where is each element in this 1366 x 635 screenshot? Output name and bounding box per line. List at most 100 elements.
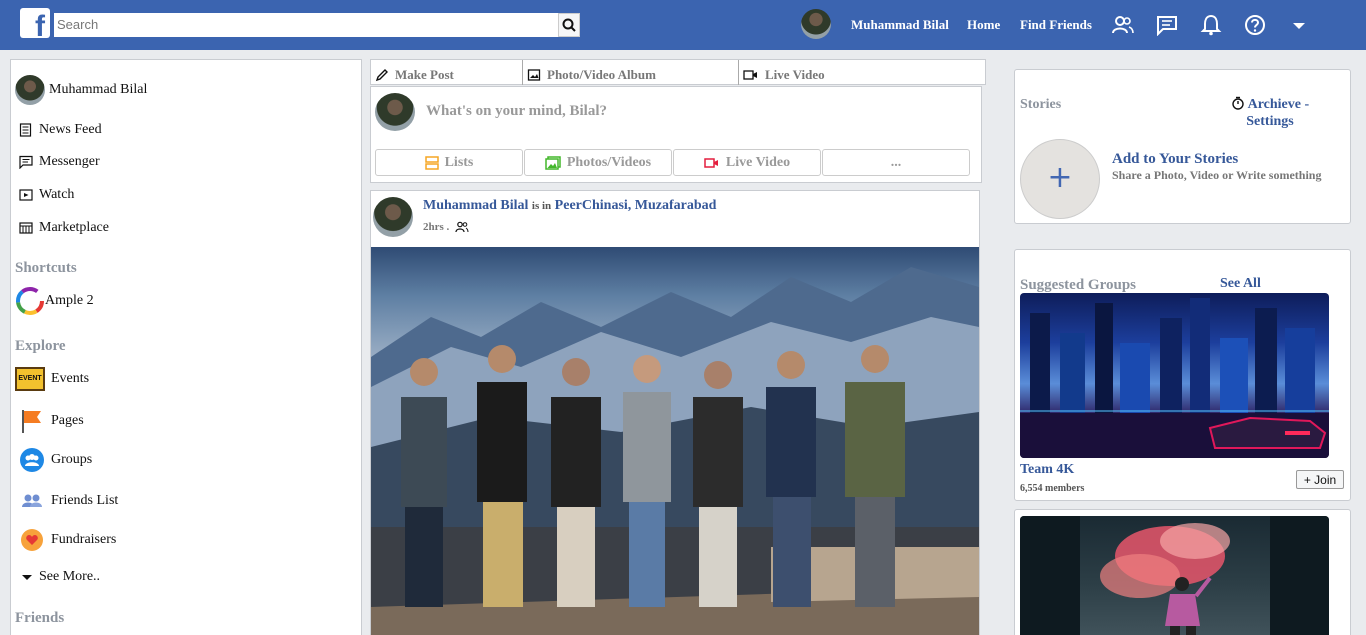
search-icon bbox=[562, 18, 576, 32]
suggested-groups-card: Suggested Groups See All Team 4K 6,554 m… bbox=[1014, 249, 1351, 501]
messenger-icon bbox=[19, 155, 33, 169]
post-photo[interactable] bbox=[371, 247, 979, 635]
find-friends-link[interactable]: Find Friends bbox=[1020, 17, 1092, 33]
sidebar-item-label: News Feed bbox=[39, 122, 102, 137]
notifications-icon[interactable] bbox=[1200, 14, 1222, 36]
photos-videos-button[interactable]: Photos/Videos bbox=[524, 149, 672, 176]
tab-photo-video-album[interactable]: Photo/Video Album bbox=[523, 60, 739, 85]
lists-label: Lists bbox=[444, 154, 474, 170]
stories-heading: Stories bbox=[1020, 97, 1062, 112]
live-video-label: Live Video bbox=[725, 154, 791, 170]
friends-list-icon bbox=[22, 494, 42, 507]
explore-item-friends-list[interactable]: Friends List bbox=[19, 488, 118, 514]
shortcuts-heading: Shortcuts bbox=[15, 260, 77, 276]
archive-settings-link[interactable]: Archieve - Settings bbox=[1215, 96, 1325, 130]
suggested-group-card-2 bbox=[1014, 509, 1351, 635]
explore-label: Pages bbox=[51, 413, 84, 428]
shortcut-label: Ample 2 bbox=[45, 293, 94, 308]
tab-label: Live Video bbox=[765, 66, 825, 82]
add-story-title[interactable]: Add to Your Stories bbox=[1112, 151, 1238, 168]
stories-card: Stories Archieve - Settings + Add to You… bbox=[1014, 69, 1351, 224]
explore-item-fundraisers[interactable]: Fundraisers bbox=[19, 527, 116, 553]
lists-icon bbox=[424, 155, 439, 170]
see-all-link[interactable]: See All bbox=[1220, 276, 1261, 292]
group-name-link[interactable]: Team 4K bbox=[1020, 462, 1074, 478]
sidebar-profile-name: Muhammad Bilal bbox=[49, 82, 148, 97]
see-more-link[interactable]: See More.. bbox=[21, 569, 100, 585]
ample-icon bbox=[16, 287, 44, 315]
explore-item-groups[interactable]: Groups bbox=[19, 447, 92, 473]
shortcut-ample-2[interactable]: Ample 2 bbox=[15, 286, 94, 316]
plus-icon: + bbox=[1047, 160, 1073, 195]
sidebar-item-news-feed[interactable]: News Feed bbox=[19, 122, 102, 138]
audience-friends-icon[interactable] bbox=[455, 221, 469, 233]
left-sidebar: Muhammad Bilal News Feed Messenger Watch… bbox=[10, 59, 362, 635]
lists-button[interactable]: Lists bbox=[375, 149, 523, 176]
home-link[interactable]: Home bbox=[967, 17, 1000, 33]
timer-icon bbox=[1232, 96, 1244, 110]
join-group-button[interactable]: + Join bbox=[1296, 470, 1344, 489]
watch-icon bbox=[19, 189, 33, 201]
see-more-label: See More.. bbox=[39, 569, 101, 584]
marketplace-icon bbox=[19, 222, 33, 234]
video-camera-icon bbox=[743, 69, 757, 80]
explore-label: Fundraisers bbox=[51, 532, 117, 547]
archive-link-line2: Settings bbox=[1246, 114, 1294, 129]
sidebar-item-label: Watch bbox=[39, 187, 75, 202]
profile-link[interactable]: Muhammad Bilal bbox=[851, 17, 949, 33]
news-feed-icon bbox=[19, 123, 32, 137]
explore-item-events[interactable]: EVENT Events bbox=[15, 367, 89, 391]
group-cover-image-2[interactable] bbox=[1020, 516, 1329, 635]
live-video-icon bbox=[704, 157, 718, 168]
fundraisers-icon bbox=[21, 529, 43, 551]
post-author-link[interactable]: Muhammad Bilal bbox=[423, 198, 528, 213]
pages-icon bbox=[22, 410, 41, 433]
photo-album-icon bbox=[527, 68, 541, 81]
search-input[interactable]: Search bbox=[54, 13, 558, 37]
sidebar-avatar bbox=[15, 75, 45, 105]
suggested-groups-heading: Suggested Groups bbox=[1020, 277, 1137, 293]
user-avatar[interactable] bbox=[801, 9, 831, 39]
sidebar-item-marketplace[interactable]: Marketplace bbox=[19, 220, 109, 236]
explore-item-pages[interactable]: Pages bbox=[19, 408, 84, 434]
composer-input[interactable]: What's on your mind, Bilal? bbox=[426, 103, 607, 120]
sidebar-item-watch[interactable]: Watch bbox=[19, 187, 74, 203]
help-icon[interactable] bbox=[1244, 14, 1266, 36]
sidebar-profile[interactable]: Muhammad Bilal bbox=[15, 75, 147, 105]
add-story-subtitle: Share a Photo, Video or Write something bbox=[1112, 168, 1322, 182]
more-options-button[interactable]: ... bbox=[822, 149, 970, 176]
composer-avatar bbox=[375, 93, 415, 131]
group-cover-image[interactable] bbox=[1020, 293, 1329, 458]
sidebar-item-messenger[interactable]: Messenger bbox=[19, 154, 100, 170]
composer-tab-bar: Make Post Photo/Video Album Live Video bbox=[370, 59, 986, 85]
archive-link-line1: Archieve - bbox=[1247, 97, 1310, 112]
explore-label: Groups bbox=[51, 452, 93, 467]
tab-make-post[interactable]: Make Post bbox=[371, 60, 523, 85]
add-story-button[interactable]: + bbox=[1020, 139, 1100, 219]
tab-label: Photo/Video Album bbox=[547, 66, 656, 82]
search-button[interactable] bbox=[558, 13, 580, 37]
friends-icon[interactable] bbox=[1112, 14, 1134, 36]
tab-label: Make Post bbox=[395, 66, 454, 82]
city-night-image bbox=[1020, 298, 1329, 458]
friends-heading: Friends bbox=[15, 610, 65, 626]
tab-live-video[interactable]: Live Video bbox=[739, 60, 985, 85]
post-meta: 2hrs . bbox=[423, 221, 469, 233]
smoke-flare-image bbox=[1020, 516, 1329, 635]
sidebar-item-label: Marketplace bbox=[39, 220, 109, 235]
live-video-button[interactable]: Live Video bbox=[673, 149, 821, 176]
group-member-count: 6,554 members bbox=[1020, 483, 1085, 494]
post-author-avatar[interactable] bbox=[373, 197, 413, 237]
composer: What's on your mind, Bilal? Lists Photos… bbox=[370, 86, 982, 183]
messages-icon[interactable] bbox=[1156, 14, 1178, 36]
post-time[interactable]: 2hrs . bbox=[423, 221, 449, 233]
explore-label: Events bbox=[51, 371, 90, 386]
post-location-link[interactable]: PeerChinasi, Muzafarabad bbox=[555, 198, 717, 213]
post-header: Muhammad Bilal is in PeerChinasi, Muzafa… bbox=[423, 198, 716, 214]
feed-post: Muhammad Bilal is in PeerChinasi, Muzafa… bbox=[370, 190, 980, 635]
dropdown-icon[interactable] bbox=[1288, 14, 1310, 36]
pencil-icon bbox=[375, 68, 388, 81]
photos-icon bbox=[545, 155, 561, 170]
facebook-logo[interactable]: f bbox=[20, 8, 50, 38]
groups-icon bbox=[20, 448, 44, 472]
